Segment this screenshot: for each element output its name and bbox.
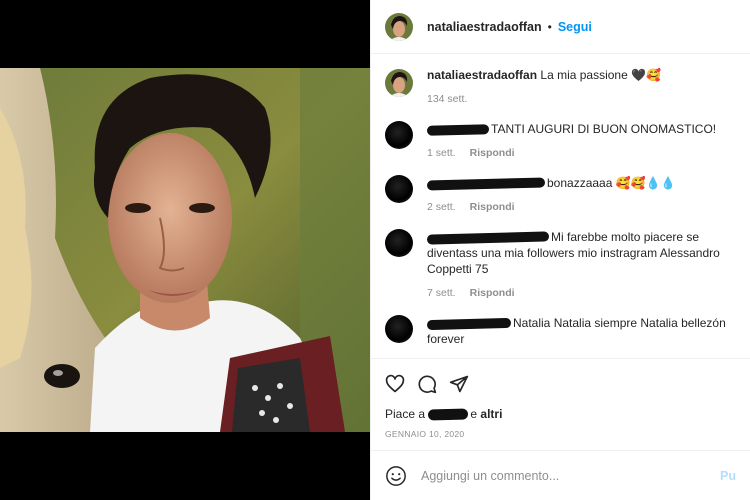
comment-row: Mi farebbe molto piacere se diventass un… xyxy=(385,229,736,299)
action-icons xyxy=(385,371,736,397)
commenter-avatar[interactable] xyxy=(385,315,413,343)
commenter-avatar[interactable] xyxy=(385,229,413,257)
comment-time: 1 sett. xyxy=(427,147,456,159)
caption-meta: 134 sett. xyxy=(427,93,736,105)
comment-text: Natalia Natalia siempre Natalia bellezón… xyxy=(426,315,736,347)
follow-button[interactable]: Segui xyxy=(558,20,592,34)
comment-time: 7 sett. xyxy=(427,287,456,299)
comment-time: 2 sett. xyxy=(427,201,456,213)
author-username[interactable]: nataliaestradaoffan xyxy=(427,20,542,34)
comments-list[interactable]: nataliaestradaoffan La mia passione 🖤🥰 1… xyxy=(371,55,750,357)
comment-body: Natalia Natalia siempre Natalia bellezón… xyxy=(426,315,736,347)
redacted-username xyxy=(426,317,512,330)
author-avatar[interactable] xyxy=(385,12,413,41)
comment-row: TANTI AUGURI DI BUON ONOMASTICO! 1 sett.… xyxy=(385,121,736,159)
post-panel: nataliaestradaoffan • Segui nataliaestra… xyxy=(370,0,750,500)
share-icon[interactable] xyxy=(449,374,469,394)
post-header: nataliaestradaoffan • Segui xyxy=(371,0,750,54)
caption-body: nataliaestradaoffan La mia passione 🖤🥰 1… xyxy=(427,67,736,105)
separator-dot: • xyxy=(547,19,552,34)
comment-meta: 7 sett. Rispondi xyxy=(427,287,736,299)
post-date: GENNAIO 10, 2020 xyxy=(385,429,465,439)
comment-text: Mi farebbe molto piacere se diventass un… xyxy=(426,229,736,277)
comment-row: Natalia Natalia siempre Natalia bellezón… xyxy=(385,315,736,347)
post-actions: Piace a e altri GENNAIO 10, 2020 xyxy=(371,358,750,439)
comment-message: TANTI AUGURI DI BUON ONOMASTICO! xyxy=(491,122,717,136)
caption-time: 134 sett. xyxy=(427,93,468,105)
comment-body: bonazzaaaa 🥰🥰💧💧 2 sett. Rispondi xyxy=(426,175,736,213)
heart-icon[interactable] xyxy=(385,374,405,394)
comment-row: bonazzaaaa 🥰🥰💧💧 2 sett. Rispondi xyxy=(385,175,736,213)
add-comment-bar: Aggiungi un commento... Pu xyxy=(371,450,750,500)
caption-avatar[interactable] xyxy=(385,69,413,97)
comment-input[interactable]: Aggiungi un commento... xyxy=(421,469,720,483)
caption-text: nataliaestradaoffan La mia passione 🖤🥰 xyxy=(427,67,736,83)
likes-suffix: e xyxy=(470,407,478,421)
reply-button[interactable]: Rispondi xyxy=(470,287,515,299)
comment-meta: 1 sett. Rispondi xyxy=(427,147,736,159)
comment-meta: 2 sett. Rispondi xyxy=(427,201,736,213)
caption-username[interactable]: nataliaestradaoffan xyxy=(427,68,537,82)
redacted-username xyxy=(426,231,550,245)
comment-text: bonazzaaaa 🥰🥰💧💧 xyxy=(426,175,736,191)
redacted-liker xyxy=(428,408,469,421)
comment-message: bonazzaaaa 🥰🥰💧💧 xyxy=(547,176,676,190)
redacted-username xyxy=(426,177,546,191)
redacted-username xyxy=(426,124,490,136)
comment-icon[interactable] xyxy=(417,374,437,394)
post-photo[interactable] xyxy=(0,68,370,432)
likes-prefix: Piace a xyxy=(385,407,426,421)
reply-button[interactable]: Rispondi xyxy=(470,201,515,213)
likes-line: Piace a e altri xyxy=(385,407,736,421)
reply-button[interactable]: Rispondi xyxy=(470,147,515,159)
commenter-avatar[interactable] xyxy=(385,175,413,203)
comment-body: Mi farebbe molto piacere se diventass un… xyxy=(426,229,736,299)
post-media xyxy=(0,0,370,500)
emoji-icon[interactable] xyxy=(385,465,407,487)
caption-row: nataliaestradaoffan La mia passione 🖤🥰 1… xyxy=(385,67,736,105)
comment-text: TANTI AUGURI DI BUON ONOMASTICO! xyxy=(426,121,736,137)
post-comment-button[interactable]: Pu xyxy=(720,469,736,483)
caption-message: La mia passione 🖤🥰 xyxy=(540,68,661,82)
likes-others-link[interactable]: altri xyxy=(480,407,502,421)
comment-body: TANTI AUGURI DI BUON ONOMASTICO! 1 sett.… xyxy=(426,121,736,159)
commenter-avatar[interactable] xyxy=(385,121,413,149)
